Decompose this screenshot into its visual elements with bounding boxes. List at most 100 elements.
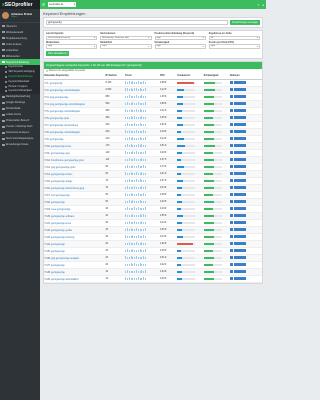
serp-button[interactable]: [233, 186, 238, 189]
analyze-button[interactable]: [238, 270, 242, 273]
serp-button[interactable]: [233, 242, 238, 245]
more-button[interactable]: [242, 242, 246, 245]
analyze-button[interactable]: [238, 165, 242, 168]
keyword-link[interactable]: gwg geringwertige: [50, 97, 69, 99]
add-keyword-button[interactable]: [229, 277, 234, 280]
serp-button[interactable]: [233, 193, 238, 196]
serp-button[interactable]: [233, 123, 238, 126]
serp-button[interactable]: [233, 102, 238, 105]
more-button[interactable]: [242, 200, 246, 203]
add-keyword-button[interactable]: [229, 130, 234, 133]
analyze-button[interactable]: [238, 81, 242, 84]
serp-button[interactable]: [233, 151, 238, 154]
keyword-link[interactable]: neue geringwertige: [51, 209, 71, 211]
keyword-search-input[interactable]: geringwertig: [46, 20, 229, 25]
more-button[interactable]: [242, 151, 246, 154]
more-button[interactable]: [242, 102, 246, 105]
keyword-link[interactable]: geringwertige software: [51, 216, 74, 218]
add-keyword-button[interactable]: [229, 158, 234, 161]
serp-button[interactable]: [233, 270, 238, 273]
more-button[interactable]: [242, 165, 246, 168]
filter-select[interactable]: 50 ▾: [208, 35, 260, 40]
analyze-button[interactable]: [238, 228, 242, 231]
serp-button[interactable]: [233, 207, 238, 210]
add-keyword-button[interactable]: [229, 270, 234, 273]
serp-button[interactable]: [233, 158, 238, 161]
analyze-button[interactable]: [238, 151, 242, 154]
question-icon[interactable]: ?: [258, 3, 260, 7]
keyword-link[interactable]: geringwertige: [50, 139, 64, 141]
add-keyword-button[interactable]: [229, 186, 234, 189]
more-button[interactable]: [242, 228, 246, 231]
keyword-link[interactable]: geringwertige gwg: [51, 153, 70, 155]
serp-button[interactable]: [233, 249, 238, 252]
filter-select[interactable]: egal ▾: [154, 35, 206, 40]
filter-select[interactable]: egal ▾: [154, 44, 206, 49]
keyword-link[interactable]: geringwertige: [51, 251, 65, 253]
analyze-button[interactable]: [238, 207, 242, 210]
add-keyword-button[interactable]: [229, 172, 234, 175]
more-button[interactable]: [242, 186, 246, 189]
analyze-button[interactable]: [238, 263, 242, 266]
analyze-button[interactable]: [238, 221, 242, 224]
serp-button[interactable]: [233, 165, 238, 168]
keyword-link[interactable]: gwg geringwertige wirtschaftsgüter: [50, 104, 85, 106]
serp-button[interactable]: [233, 256, 238, 259]
serp-button[interactable]: [233, 179, 238, 182]
keyword-link[interactable]: geringwertige wirtschaftsgüter: [50, 111, 81, 113]
more-button[interactable]: [242, 109, 246, 112]
keyword-link[interactable]: geringwertig: [50, 83, 63, 85]
keyword-link[interactable]: geringwertige kurse: [51, 146, 71, 148]
add-keyword-button[interactable]: [229, 137, 234, 140]
more-button[interactable]: [242, 235, 246, 238]
add-keyword-button[interactable]: [229, 81, 234, 84]
keyword-link[interactable]: geringwertige kosten: [51, 174, 72, 176]
more-button[interactable]: [242, 144, 246, 147]
add-keyword-button[interactable]: [229, 102, 234, 105]
analyze-button[interactable]: [238, 88, 242, 91]
add-keyword-button[interactable]: [229, 200, 234, 203]
serp-button[interactable]: [233, 130, 238, 133]
add-keyword-button[interactable]: [229, 214, 234, 217]
more-button[interactable]: [242, 116, 246, 119]
filter-select[interactable]: egal ▾: [100, 44, 152, 49]
keyword-link[interactable]: geringwertige anlage: [51, 181, 72, 183]
add-keyword-button[interactable]: [229, 221, 234, 224]
filter-select[interactable]: egal ▾: [208, 44, 260, 49]
more-button[interactable]: [242, 179, 246, 182]
serp-button[interactable]: [233, 116, 238, 119]
analyze-button[interactable]: [238, 277, 242, 280]
keyword-link[interactable]: wert geringwertige: [51, 195, 70, 197]
keyword-link[interactable]: gwg geringwertige güter: [51, 167, 76, 169]
add-keyword-button[interactable]: [229, 151, 234, 154]
more-button[interactable]: [242, 256, 246, 259]
more-button[interactable]: [242, 263, 246, 266]
more-button[interactable]: [242, 193, 246, 196]
add-keyword-button[interactable]: [229, 123, 234, 126]
serp-button[interactable]: [233, 137, 238, 140]
more-button[interactable]: [242, 172, 246, 175]
more-button[interactable]: [242, 137, 246, 140]
analyze-button[interactable]: [238, 249, 242, 252]
analyze-button[interactable]: [238, 235, 242, 238]
analyze-button[interactable]: [238, 109, 242, 112]
keyword-link[interactable]: geringwertige: [51, 272, 65, 274]
keyword-link[interactable]: geringwertige: [51, 202, 65, 204]
more-button[interactable]: [242, 207, 246, 210]
keyword-link[interactable]: geringwertige: [51, 265, 65, 267]
serp-button[interactable]: [233, 144, 238, 147]
analyze-button[interactable]: [238, 200, 242, 203]
serp-button[interactable]: [233, 81, 238, 84]
analyze-button[interactable]: [238, 123, 242, 126]
more-button[interactable]: [242, 221, 246, 224]
keyword-link[interactable]: geringwertige abschreibung: [50, 125, 78, 127]
more-button[interactable]: [242, 95, 246, 98]
add-keyword-button[interactable]: [229, 263, 234, 266]
serp-button[interactable]: [233, 109, 238, 112]
analyze-button[interactable]: [238, 179, 242, 182]
analyze-button[interactable]: [238, 144, 242, 147]
add-keyword-button[interactable]: [229, 193, 234, 196]
analyze-button[interactable]: [238, 102, 242, 105]
analyze-button[interactable]: [238, 95, 242, 98]
serp-button[interactable]: [233, 88, 238, 91]
